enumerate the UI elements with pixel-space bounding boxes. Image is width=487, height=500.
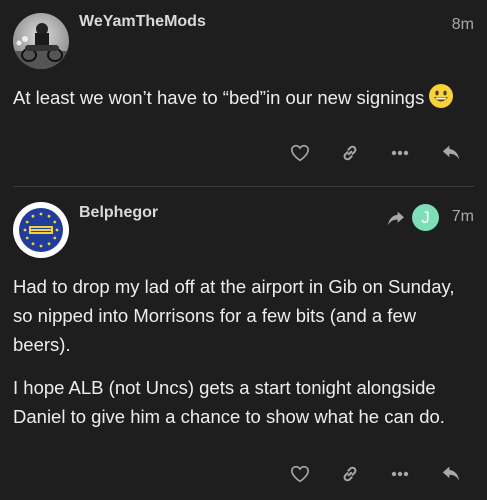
more-button[interactable] bbox=[385, 138, 415, 168]
link-icon bbox=[343, 466, 357, 482]
ellipsis-icon bbox=[391, 471, 409, 477]
post-time[interactable]: 7m bbox=[452, 208, 474, 226]
post-body-paragraph: I hope ALB (not Uncs) gets a start tonig… bbox=[13, 377, 445, 427]
post-actions bbox=[0, 459, 487, 489]
eu-flag-avatar-image bbox=[13, 202, 69, 258]
like-button[interactable] bbox=[285, 459, 315, 489]
copy-link-button[interactable] bbox=[335, 459, 365, 489]
avatar[interactable] bbox=[13, 13, 69, 69]
post-body: At least we won’t have to “bed”in our ne… bbox=[13, 83, 467, 117]
copy-link-button[interactable] bbox=[335, 138, 365, 168]
reply-icon bbox=[442, 145, 460, 160]
reply-button[interactable] bbox=[436, 459, 466, 489]
grinning-face-icon bbox=[428, 83, 454, 117]
reply-to-indicator[interactable]: J bbox=[386, 204, 439, 231]
ellipsis-icon bbox=[391, 150, 409, 156]
username[interactable]: WeYamTheMods bbox=[79, 13, 206, 31]
heart-icon bbox=[290, 144, 310, 162]
post-belphegor: Belphegor J 7m Had to drop my lad off at… bbox=[0, 187, 487, 500]
post-actions bbox=[0, 138, 487, 168]
reply-arrow-icon bbox=[388, 211, 404, 225]
heart-icon bbox=[290, 465, 310, 483]
post-time[interactable]: 8m bbox=[452, 16, 474, 34]
reply-icon bbox=[442, 466, 460, 481]
avatar[interactable] bbox=[13, 202, 69, 258]
post-weyamthemods: WeYamTheMods 8m At least we won’t have t… bbox=[0, 0, 487, 187]
post-body-paragraph: Had to drop my lad off at the airport in… bbox=[13, 276, 455, 355]
username[interactable]: Belphegor bbox=[79, 204, 158, 222]
avatar-image bbox=[13, 13, 69, 69]
more-button[interactable] bbox=[385, 459, 415, 489]
like-button[interactable] bbox=[285, 138, 315, 168]
post-body-text: At least we won’t have to “bed”in our ne… bbox=[13, 87, 425, 108]
link-icon bbox=[343, 145, 357, 161]
reply-to-avatar[interactable]: J bbox=[412, 204, 439, 231]
reply-button[interactable] bbox=[436, 138, 466, 168]
